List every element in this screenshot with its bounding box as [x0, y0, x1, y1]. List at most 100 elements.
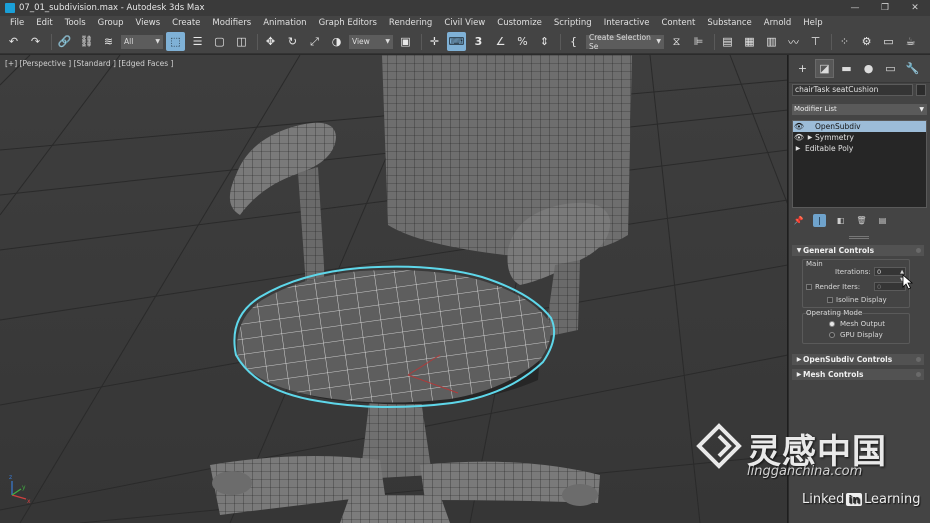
select-by-name-icon[interactable]: ☰ [188, 32, 207, 51]
iterations-value: 0 [877, 268, 882, 276]
rect-region-icon[interactable]: ▢ [210, 32, 229, 51]
viewport-label[interactable]: [+] [Perspective ] [Standard ] [Edged Fa… [5, 59, 173, 68]
named-selection-text: Create Selection Se [589, 32, 651, 51]
gpu-display-radio[interactable] [829, 332, 835, 338]
expand-triangle-icon[interactable]: ▶ [805, 134, 815, 141]
menu-arnold[interactable]: Arnold [758, 18, 798, 28]
mesh-output-radio[interactable] [829, 321, 835, 327]
stack-item-symmetry[interactable]: 👁 ▶ Symmetry [793, 132, 926, 143]
modifier-list-dropdown[interactable]: Modifier List ▼ [792, 104, 927, 115]
bind-space-warp-icon[interactable]: ≋ [99, 32, 118, 51]
maximize-button[interactable]: ❐ [870, 0, 900, 16]
menu-edit[interactable]: Edit [30, 18, 58, 28]
unlink-icon[interactable]: ⛓ [77, 32, 96, 51]
reference-coord-dropdown[interactable]: View ▼ [349, 34, 393, 49]
watermark-overlay: 灵感中国 lingganchina.com Linked in Learning [695, 416, 925, 516]
make-unique-icon[interactable]: ◧ [834, 214, 847, 227]
menu-substance[interactable]: Substance [701, 18, 757, 28]
selection-filter-dropdown[interactable]: All ▼ [121, 34, 163, 49]
menu-file[interactable]: File [4, 18, 30, 28]
place-icon[interactable]: ◑ [327, 32, 346, 51]
expand-triangle-icon[interactable]: ▶ [793, 145, 803, 152]
opensubdiv-controls-rollout-header[interactable]: ▶ OpenSubdiv Controls [792, 354, 924, 365]
schematic-view-icon[interactable]: ⊤ [806, 32, 825, 51]
snaps-toggle-icon[interactable]: 3 [469, 32, 488, 51]
pin-stack-icon[interactable]: 📌 [792, 214, 805, 227]
mirror-icon[interactable]: ⧖ [667, 32, 686, 51]
menu-customize[interactable]: Customize [491, 18, 548, 28]
percent-snap-icon[interactable]: % [513, 32, 532, 51]
stack-item-label: Symmetry [815, 133, 854, 142]
ribbon-icon[interactable]: ▥ [762, 32, 781, 51]
menu-interactive[interactable]: Interactive [598, 18, 656, 28]
utilities-tab-icon[interactable]: 🔧 [903, 59, 922, 78]
toolbar-separator [257, 33, 258, 50]
expand-triangle-icon: ▶ [796, 371, 802, 378]
close-button[interactable]: ✕ [900, 0, 930, 16]
scale-icon[interactable]: ⤢ [305, 32, 324, 51]
mesh-controls-rollout-header[interactable]: ▶ Mesh Controls [792, 369, 924, 380]
linkedin-in-badge: in [846, 493, 863, 506]
spinner-snap-icon[interactable]: ⇕ [535, 32, 554, 51]
angle-snap-icon[interactable]: ∠ [491, 32, 510, 51]
eye-icon[interactable]: 👁 [793, 122, 805, 131]
keyboard-shortcut-override-icon[interactable]: ⌨ [447, 32, 466, 51]
select-object-icon[interactable]: ⬚ [166, 32, 185, 51]
stack-item-label: OpenSubdiv [815, 122, 861, 131]
isoline-display-checkbox[interactable] [827, 297, 833, 303]
eye-icon[interactable]: 👁 [793, 133, 805, 142]
window-crossing-icon[interactable]: ◫ [232, 32, 251, 51]
minimize-button[interactable]: — [840, 0, 870, 16]
motion-tab-icon[interactable]: ● [859, 59, 878, 78]
curve-editor-icon[interactable]: 〰 [784, 32, 803, 51]
operating-mode-label: Operating Mode [806, 309, 863, 317]
object-color-swatch[interactable] [916, 84, 926, 96]
stack-item-editable-poly[interactable]: ▶ Editable Poly [793, 143, 926, 154]
pivot-icon[interactable]: ▣ [396, 32, 415, 51]
named-selection-dropdown[interactable]: Create Selection Se ▼ [586, 32, 664, 51]
layer-explorer-icon[interactable]: ▦ [740, 32, 759, 51]
menu-content[interactable]: Content [656, 18, 702, 28]
render-iters-checkbox[interactable] [806, 284, 812, 290]
window-controls: — ❐ ✕ [840, 0, 930, 16]
modify-tab-icon[interactable]: ◪ [815, 59, 834, 78]
render-icon[interactable]: ☕ [901, 32, 920, 51]
menu-group[interactable]: Group [92, 18, 130, 28]
menu-animation[interactable]: Animation [257, 18, 312, 28]
axis-y-label: y [22, 484, 26, 491]
manipulate-icon[interactable]: ✛ [425, 32, 444, 51]
menu-scripting[interactable]: Scripting [548, 18, 598, 28]
rotate-icon[interactable]: ↻ [283, 32, 302, 51]
snap-dimension-label: 3 [474, 35, 483, 48]
menu-views[interactable]: Views [130, 18, 167, 28]
create-tab-icon[interactable]: + [793, 59, 812, 78]
menu-civil-view[interactable]: Civil View [438, 18, 491, 28]
render-setup-icon[interactable]: ⚙ [857, 32, 876, 51]
toolbar-separator [421, 33, 422, 50]
display-tab-icon[interactable]: ▭ [881, 59, 900, 78]
menu-rendering[interactable]: Rendering [383, 18, 438, 28]
perspective-viewport[interactable]: x y z [+] [Perspective ] [Standard ] [Ed… [0, 55, 788, 523]
menu-modifiers[interactable]: Modifiers [206, 18, 257, 28]
configure-modifier-sets-icon[interactable]: ▤ [876, 214, 889, 227]
stack-item-opensubdiv[interactable]: 👁 OpenSubdiv [793, 121, 926, 132]
scene-explorer-icon[interactable]: ▤ [718, 32, 737, 51]
menu-help[interactable]: Help [797, 18, 828, 28]
hierarchy-tab-icon[interactable]: ▬ [837, 59, 856, 78]
link-icon[interactable]: 🔗 [55, 32, 74, 51]
show-end-result-icon[interactable]: | [813, 213, 826, 227]
move-icon[interactable]: ✥ [261, 32, 280, 51]
render-frame-icon[interactable]: ▭ [879, 32, 898, 51]
menu-create[interactable]: Create [166, 18, 206, 28]
panel-splitter[interactable] [849, 236, 869, 239]
remove-modifier-icon[interactable]: 🗑 [855, 214, 868, 227]
menu-graph-editors[interactable]: Graph Editors [313, 18, 383, 28]
material-editor-icon[interactable]: ⁘ [835, 32, 854, 51]
menu-tools[interactable]: Tools [59, 18, 92, 28]
edit-named-sets-icon[interactable]: { [564, 32, 583, 51]
object-name-field[interactable]: chairTask seatCushion [792, 84, 913, 96]
general-controls-rollout-header[interactable]: ▼ General Controls [792, 245, 924, 256]
align-icon[interactable]: ⊫ [689, 32, 708, 51]
redo-icon[interactable]: ↷ [26, 32, 45, 51]
undo-icon[interactable]: ↶ [4, 32, 23, 51]
